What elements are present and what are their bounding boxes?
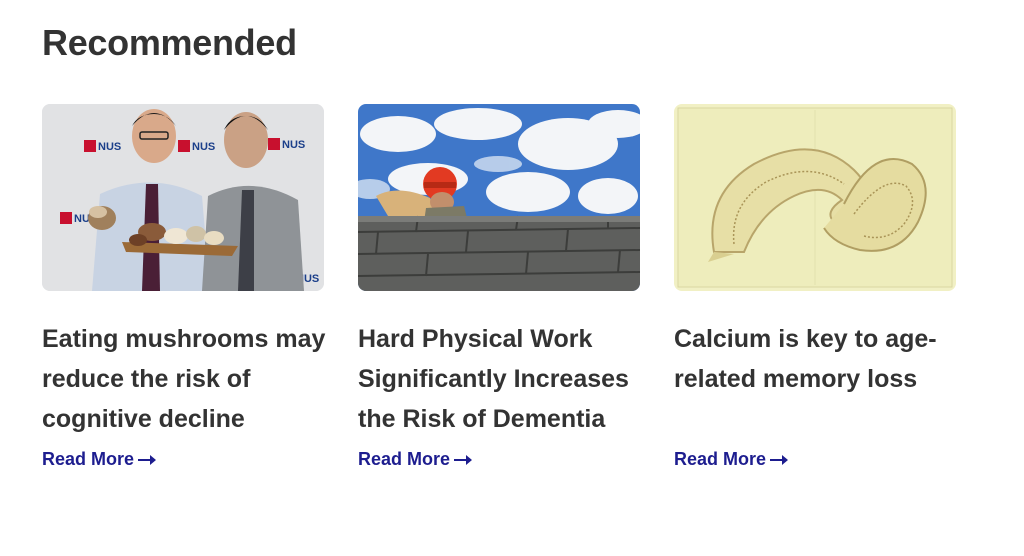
section-title: Recommended (42, 22, 297, 63)
logo-text: NUS (98, 141, 121, 153)
hippocampus-drawing-image (674, 104, 956, 291)
arrow-right-icon (454, 454, 473, 465)
article-thumbnail-mushrooms[interactable]: NUS NUS NUS NUS NUS (42, 104, 324, 291)
article-title[interactable]: Hard Physical Work Significantly Increas… (358, 319, 648, 439)
article-card: Hard Physical Work Significantly Increas… (358, 104, 641, 470)
article-title[interactable]: Eating mushrooms may reduce the risk of … (42, 319, 332, 439)
logo-text: NUS (282, 139, 305, 151)
arrow-right-icon (770, 454, 789, 465)
read-more-label: Read More (42, 449, 135, 469)
arrow-right-icon (138, 454, 157, 465)
article-card: NUS NUS NUS NUS NUS Eating mushrooms may… (42, 104, 325, 470)
mushroom-researchers-image: NUS NUS NUS NUS NUS (42, 104, 324, 291)
article-thumbnail-physical-work[interactable] (358, 104, 640, 291)
read-more-link[interactable]: Read More (674, 449, 789, 470)
read-more-label: Read More (358, 449, 451, 469)
logo-text: NUS (192, 141, 215, 153)
read-more-label: Read More (674, 449, 767, 469)
article-card: Calcium is key to age-related memory los… (674, 104, 957, 470)
read-more-link[interactable]: Read More (42, 449, 157, 470)
article-title[interactable]: Calcium is key to age-related memory los… (674, 319, 964, 439)
article-thumbnail-hippocampus[interactable] (674, 104, 956, 291)
worker-on-wall-image (358, 104, 640, 291)
read-more-link[interactable]: Read More (358, 449, 473, 470)
